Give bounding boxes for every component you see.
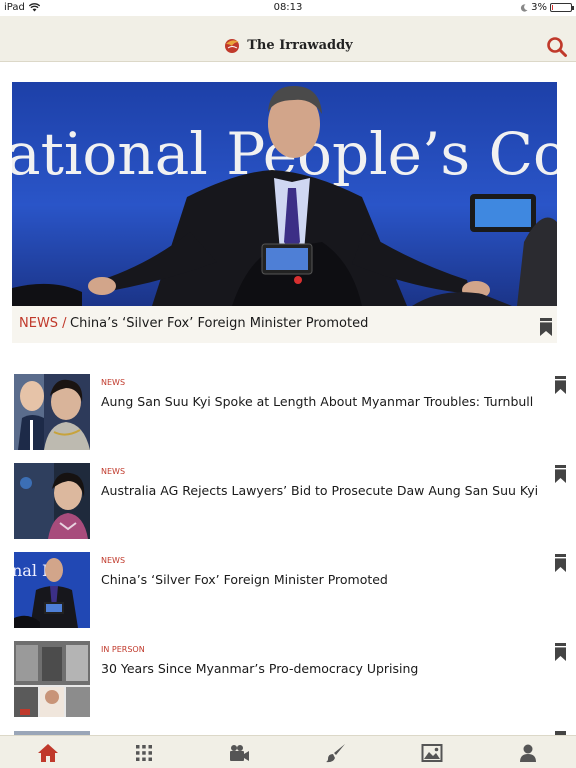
hero-category[interactable]: NEWS / — [19, 316, 67, 331]
article-title[interactable]: China’s ‘Silver Fox’ Foreign Minister Pr… — [101, 572, 541, 587]
article-thumbnail[interactable] — [14, 463, 90, 539]
article-thumbnail[interactable]: nal Pe — [14, 552, 90, 628]
bookmark-icon[interactable] — [555, 465, 566, 483]
hero-title[interactable]: China’s ‘Silver Fox’ Foreign Minister Pr… — [70, 316, 368, 331]
video-camera-icon[interactable] — [228, 742, 250, 764]
battery-icon — [550, 3, 574, 12]
status-bar: iPad 08:13 3% — [0, 0, 576, 16]
article-category: NEWS — [101, 378, 126, 387]
irrawaddy-logo-icon — [225, 39, 240, 53]
brand-logo[interactable]: The Irrawaddy — [0, 36, 576, 54]
bookmark-icon[interactable] — [555, 376, 566, 394]
article-category: NEWS — [101, 556, 126, 565]
article-title[interactable]: 30 Years Since Myanmar’s Pro-democracy U… — [101, 661, 541, 676]
list-item[interactable]: NEWS Aung San Suu Kyi Spoke at Length Ab… — [0, 374, 576, 464]
battery-level — [552, 5, 553, 10]
bookmark-icon[interactable] — [540, 318, 552, 336]
hero-caption[interactable]: NEWS / China’s ‘Silver Fox’ Foreign Mini… — [12, 306, 557, 343]
status-time: 08:13 — [273, 2, 303, 13]
bookmark-icon[interactable] — [555, 554, 566, 572]
article-thumbnail[interactable] — [14, 641, 90, 717]
hero-image[interactable]: ational People’s Con — [12, 82, 557, 306]
home-icon[interactable] — [37, 742, 59, 764]
list-item[interactable]: nal Pe NEWS China’s ‘Silver Fox’ Foreign… — [0, 552, 576, 642]
list-item[interactable]: IN PERSON 30 Years Since Myanmar’s Pro-d… — [0, 641, 576, 731]
grid-icon[interactable] — [133, 742, 155, 764]
article-thumbnail[interactable] — [14, 374, 90, 450]
article-category: IN PERSON — [101, 645, 145, 654]
photo-icon[interactable] — [421, 742, 443, 764]
article-category: NEWS — [101, 467, 126, 476]
status-right: 3% — [520, 2, 574, 13]
app-header: The Irrawaddy — [0, 16, 576, 62]
hero-article[interactable]: ational People’s Con NEWS / China’ — [12, 82, 557, 343]
bookmark-icon[interactable] — [555, 643, 566, 661]
moon-icon — [521, 3, 528, 12]
search-icon[interactable] — [546, 36, 568, 58]
hero-photo: ational People’s Con — [12, 86, 557, 306]
brand-prefix: The — [247, 37, 280, 53]
brush-icon[interactable] — [325, 742, 347, 764]
article-title[interactable]: Aung San Suu Kyi Spoke at Length About M… — [101, 394, 541, 409]
brand-name: The Irrawaddy — [247, 38, 353, 53]
tab-bar — [0, 735, 576, 768]
battery-percent: 3% — [531, 2, 547, 13]
list-item[interactable]: NEWS Australia AG Rejects Lawyers’ Bid t… — [0, 463, 576, 553]
brand-word: Irrawaddy — [279, 37, 353, 53]
article-title[interactable]: Australia AG Rejects Lawyers’ Bid to Pro… — [101, 483, 541, 498]
profile-icon[interactable] — [517, 742, 539, 764]
